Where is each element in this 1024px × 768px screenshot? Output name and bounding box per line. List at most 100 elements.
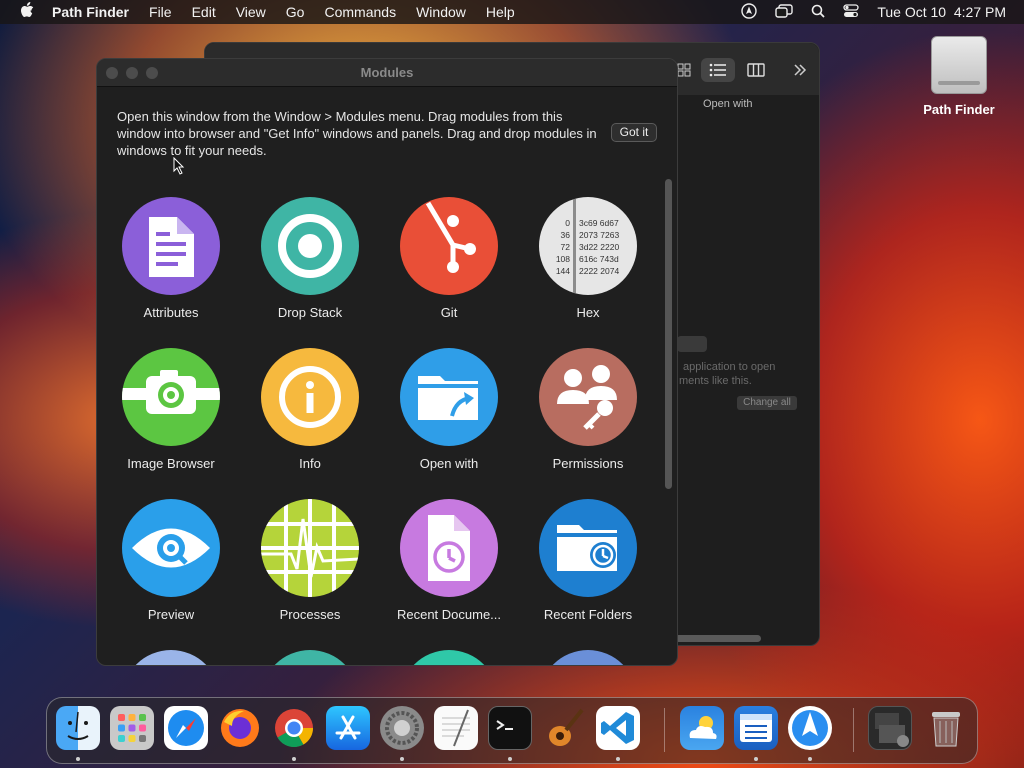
mouse-cursor-icon — [173, 157, 185, 175]
module-attributes[interactable]: Attributes — [102, 197, 240, 320]
hex-bytes: 3d22 2220 — [579, 242, 620, 252]
menu-file[interactable]: File — [149, 4, 172, 20]
menu-bar: Path Finder File Edit View Go Commands W… — [0, 0, 1024, 24]
module-label: Permissions — [552, 456, 624, 471]
module-info[interactable]: Info — [241, 348, 379, 471]
image-browser-icon — [122, 348, 220, 446]
drop-stack-icon — [261, 197, 359, 295]
hex-bytes: 616c 743d — [579, 254, 619, 264]
desktop-drive[interactable]: Path Finder — [922, 36, 996, 117]
hex-offset: 0 — [565, 218, 570, 228]
screenshot-stack-icon[interactable] — [868, 706, 912, 750]
chevron-double-right-icon[interactable] — [783, 58, 817, 82]
menu-commands[interactable]: Commands — [324, 4, 396, 20]
module-recent-folders[interactable]: Recent Folders — [519, 499, 657, 622]
zoom-button[interactable] — [146, 67, 158, 79]
path-finder-browser-icon[interactable] — [788, 706, 832, 750]
garageband-icon[interactable] — [542, 706, 586, 750]
module-label: Processes — [279, 607, 341, 622]
module-open-with[interactable]: Open with — [380, 348, 518, 471]
recent-folders-icon — [539, 499, 637, 597]
hex-bytes: 2222 2074 — [579, 266, 620, 276]
terminal-icon[interactable] — [488, 706, 532, 750]
processes-icon — [261, 499, 359, 597]
module-label: Drop Stack — [277, 305, 343, 320]
finder-icon[interactable] — [56, 706, 100, 750]
module-recent-documents[interactable]: Recent Docume... — [380, 499, 518, 622]
hex-table: 0 3c69 6d67 36 2073 7263 72 3d22 2220 108 61… — [539, 217, 637, 277]
app-popup[interactable] — [677, 336, 707, 352]
menu-window[interactable]: Window — [416, 4, 466, 20]
module-permissions[interactable]: Permissions — [519, 348, 657, 471]
permissions-icon — [539, 348, 637, 446]
drive-icon — [931, 36, 987, 94]
menu-help[interactable]: Help — [486, 4, 515, 20]
menu-view[interactable]: View — [236, 4, 266, 20]
column-view-icon[interactable] — [739, 58, 773, 82]
trash-icon[interactable] — [924, 706, 968, 750]
weather-icon[interactable] — [680, 706, 724, 750]
dock — [46, 697, 978, 764]
module-preview[interactable]: Preview — [102, 499, 240, 622]
launchpad-icon[interactable] — [110, 706, 154, 750]
app-store-icon[interactable] — [326, 706, 370, 750]
hex-offset: 108 — [555, 254, 570, 264]
module-label: Preview — [147, 607, 195, 622]
open-with-icon — [400, 348, 498, 446]
location-icon[interactable] — [741, 2, 758, 22]
module-label: Image Browser — [127, 456, 215, 471]
spotlight-search-icon[interactable] — [811, 4, 825, 21]
menu-edit[interactable]: Edit — [192, 4, 216, 20]
hint-line-2: ments like this. — [679, 375, 752, 387]
module-partial-icon[interactable] — [261, 650, 359, 665]
module-label: Open with — [419, 456, 479, 471]
change-all-button[interactable]: Change all — [737, 396, 797, 410]
hint-line-1: application to open — [683, 361, 776, 373]
module-drop-stack[interactable]: Drop Stack — [241, 197, 379, 320]
chrome-icon[interactable] — [272, 706, 316, 750]
got-it-button[interactable]: Got it — [611, 123, 657, 142]
system-settings-icon[interactable] — [380, 706, 424, 750]
horizontal-scrollbar[interactable] — [675, 635, 761, 642]
drive-label: Path Finder — [923, 102, 995, 117]
vscode-icon[interactable] — [596, 706, 640, 750]
firefox-icon[interactable] — [218, 706, 262, 750]
window-title: Modules — [97, 59, 677, 87]
list-view-icon[interactable] — [701, 58, 735, 82]
module-label: Info — [299, 456, 321, 471]
textedit-icon[interactable] — [434, 706, 478, 750]
module-processes[interactable]: Processes — [241, 499, 379, 622]
close-button[interactable] — [106, 67, 118, 79]
module-image-browser[interactable]: Image Browser — [102, 348, 240, 471]
module-label: Git — [440, 305, 458, 320]
preview-icon — [122, 499, 220, 597]
module-partial-icon[interactable] — [400, 650, 498, 665]
module-hex[interactable]: 0 3c69 6d67 36 2073 7263 72 3d22 2220 108 61… — [519, 197, 657, 320]
vertical-scrollbar[interactable] — [665, 179, 672, 489]
module-label: Attributes — [143, 305, 199, 320]
modules-window: Modules Open this window from the Window… — [96, 58, 678, 666]
path-finder-dock-icon[interactable] — [734, 706, 778, 750]
control-center-icon[interactable] — [843, 3, 859, 21]
module-label: Hex — [576, 305, 600, 320]
safari-icon[interactable] — [164, 706, 208, 750]
hex-bytes: 2073 7263 — [579, 230, 620, 240]
module-label: Recent Folders — [543, 607, 633, 622]
hex-offset: 36 — [560, 230, 570, 240]
git-icon — [400, 197, 498, 295]
clock[interactable]: Tue Oct 10 4:27 PM — [877, 4, 1006, 20]
screen-mirror-icon[interactable] — [775, 3, 794, 21]
minimize-button[interactable] — [126, 67, 138, 79]
module-git[interactable]: Git — [380, 197, 518, 320]
hex-icon: 0 3c69 6d67 36 2073 7263 72 3d22 2220 108 61… — [539, 197, 637, 295]
info-icon — [261, 348, 359, 446]
apple-icon[interactable] — [18, 2, 36, 22]
module-partial-icon[interactable] — [122, 650, 220, 665]
module-partial-icon[interactable] — [539, 650, 637, 665]
open-with-heading: Open with — [703, 98, 753, 110]
menu-go[interactable]: Go — [286, 4, 305, 20]
attributes-icon — [122, 197, 220, 295]
intro-text: Open this window from the Window > Modul… — [117, 109, 597, 158]
menu-app-name[interactable]: Path Finder — [52, 4, 129, 20]
hex-offset: 72 — [560, 242, 570, 252]
